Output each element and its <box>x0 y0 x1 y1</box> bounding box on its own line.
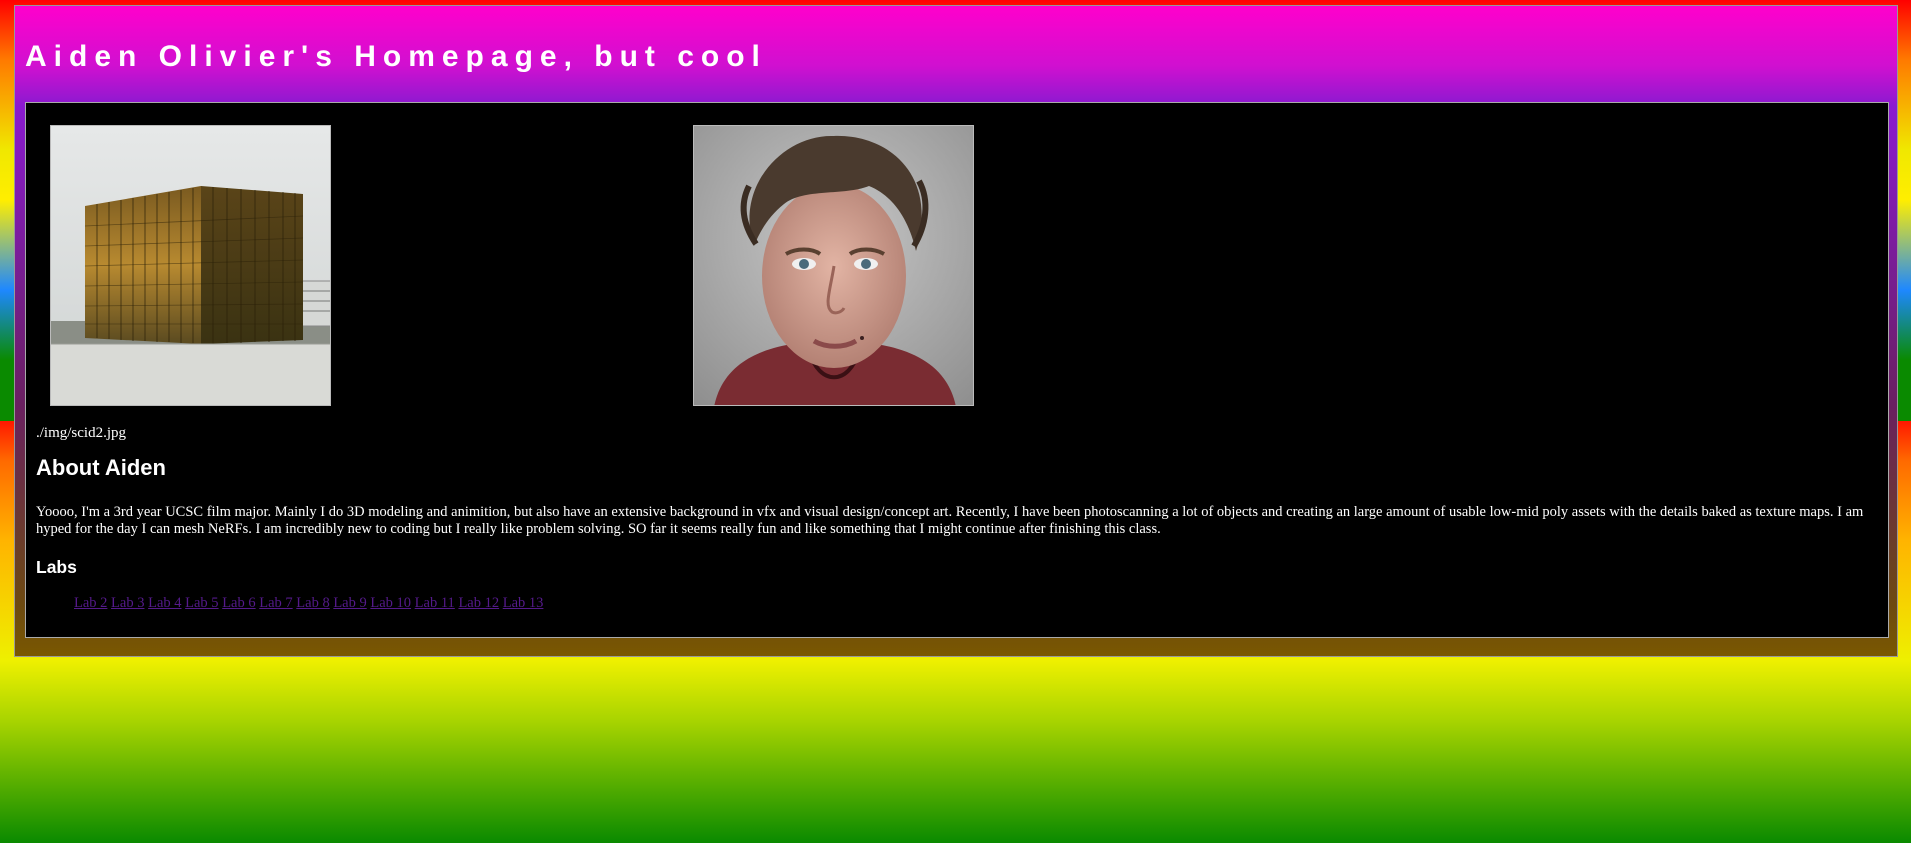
lab-link-12[interactable]: Lab 12 <box>458 595 499 611</box>
lab-link-11[interactable]: Lab 11 <box>415 595 455 611</box>
lab-link-4[interactable]: Lab 4 <box>148 595 181 611</box>
lab-link-2[interactable]: Lab 2 <box>74 595 107 611</box>
labs-link-list: Lab 2 Lab 3 Lab 4 Lab 5 Lab 6 Lab 7 Lab … <box>74 595 543 612</box>
broken-image-path: ./img/scid2.jpg <box>36 425 126 441</box>
portrait-photo <box>693 125 974 406</box>
labs-heading: Labs <box>36 557 77 577</box>
lab-link-3[interactable]: Lab 3 <box>111 595 144 611</box>
lab-link-7[interactable]: Lab 7 <box>259 595 292 611</box>
lab-link-5[interactable]: Lab 5 <box>185 595 218 611</box>
page-container: Aiden Olivier's Homepage, but cool ./img… <box>14 5 1898 657</box>
lab-link-8[interactable]: Lab 8 <box>296 595 329 611</box>
lab-link-13[interactable]: Lab 13 <box>503 595 544 611</box>
lab-link-9[interactable]: Lab 9 <box>333 595 366 611</box>
content-panel: ./img/scid2.jpg About Aiden Yoooo, I'm a… <box>25 102 1889 638</box>
lab-link-10[interactable]: Lab 10 <box>370 595 411 611</box>
lab-link-6[interactable]: Lab 6 <box>222 595 255 611</box>
about-paragraph: Yoooo, I'm a 3rd year UCSC film major. M… <box>36 504 1864 537</box>
about-heading: About Aiden <box>36 455 166 480</box>
page-title: Aiden Olivier's Homepage, but cool <box>25 40 767 73</box>
building-photo <box>50 125 331 406</box>
